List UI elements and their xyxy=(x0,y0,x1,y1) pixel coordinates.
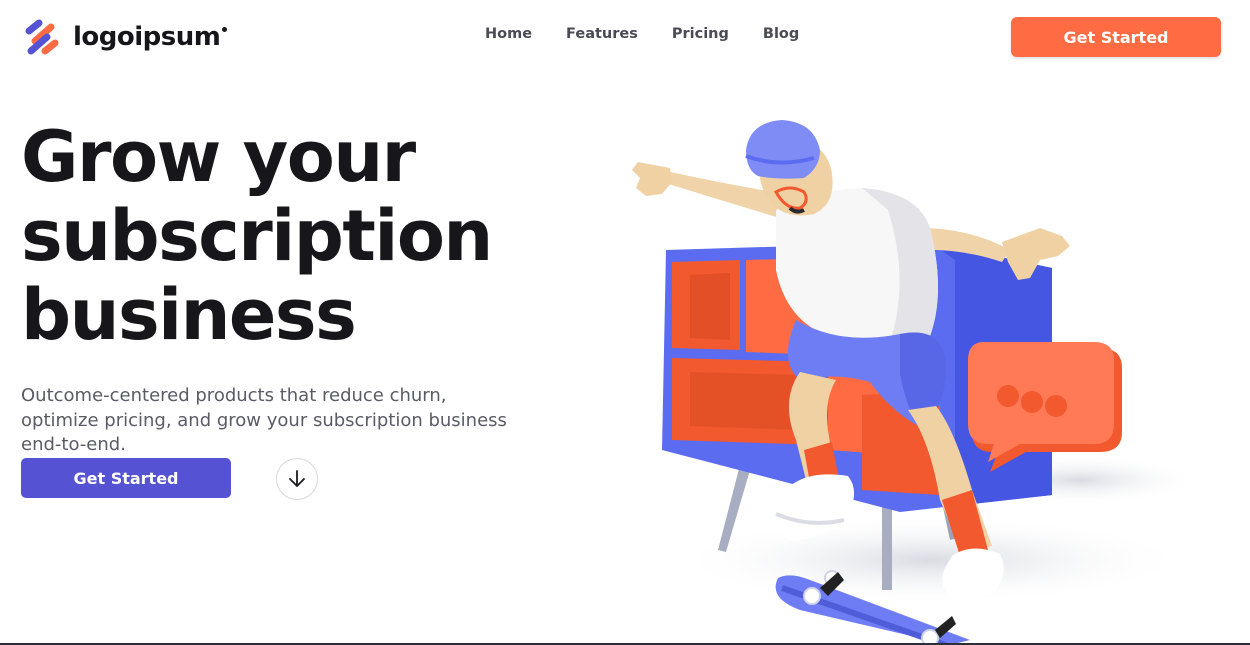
hero-subtitle-line-3: end-to-end. xyxy=(21,434,126,455)
hero-subtitle-line-1: Outcome-centered products that reduce ch… xyxy=(21,385,447,406)
hero-illustration xyxy=(632,120,1200,645)
arrow-down-icon xyxy=(289,470,305,487)
hero-title-line-3: business xyxy=(21,274,357,356)
hero-title-line-1: Grow your xyxy=(21,116,416,198)
nav-home[interactable]: Home xyxy=(485,26,532,42)
nav-blog[interactable]: Blog xyxy=(763,26,799,42)
hero-title: Grow your subscription business xyxy=(21,118,581,355)
main-nav: Home Features Pricing Blog xyxy=(485,26,833,42)
hero-get-started-button[interactable]: Get Started xyxy=(21,458,231,498)
nav-features[interactable]: Features xyxy=(566,26,638,42)
site-header: logoipsum Home Features Pricing Blog Get… xyxy=(0,0,1250,76)
hero-subtitle-line-2: optimize pricing, and grow your subscrip… xyxy=(21,409,507,431)
logo-text: logoipsum xyxy=(73,22,228,52)
logo-link[interactable]: logoipsum xyxy=(21,17,228,57)
hero-subtitle: Outcome-centered products that reduce ch… xyxy=(21,384,531,458)
header-get-started-button[interactable]: Get Started xyxy=(1011,17,1221,57)
nav-pricing[interactable]: Pricing xyxy=(672,26,729,42)
scroll-down-button[interactable] xyxy=(276,458,318,500)
hero-title-line-2: subscription xyxy=(21,195,493,277)
logo-mark-icon xyxy=(25,19,59,55)
